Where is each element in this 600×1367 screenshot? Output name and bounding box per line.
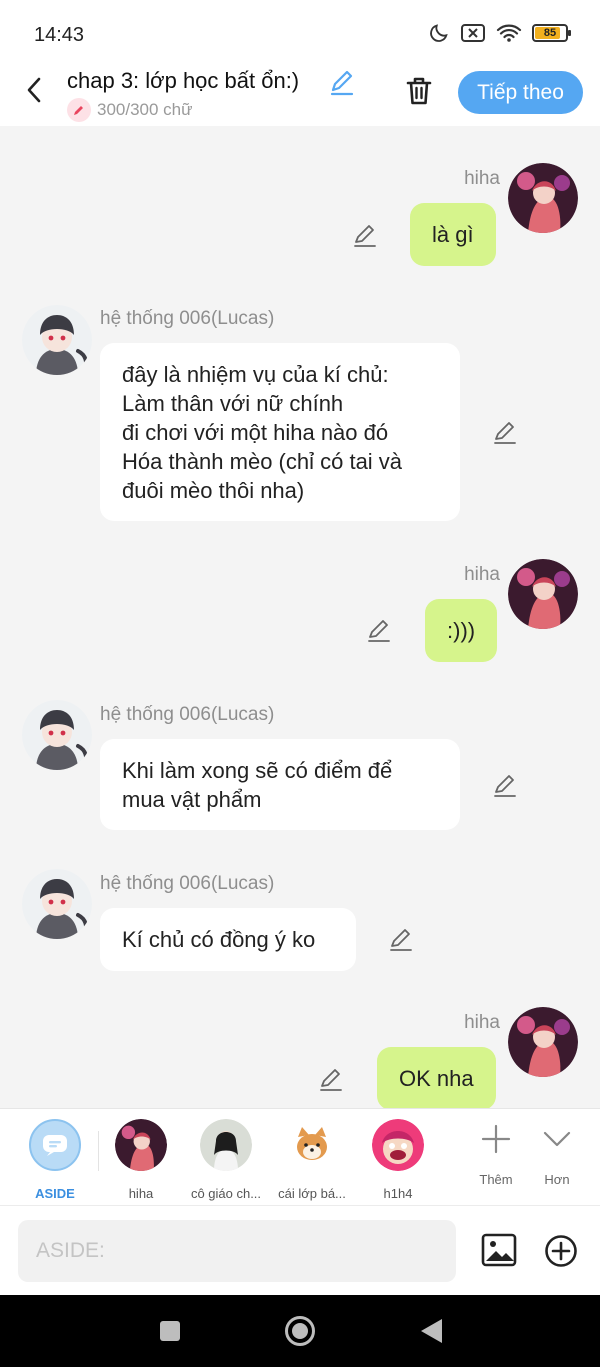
back-button[interactable] xyxy=(20,74,48,106)
trash-icon xyxy=(406,77,432,105)
sender-name: hiha xyxy=(464,168,500,189)
triangle-back-icon xyxy=(421,1319,442,1343)
message-text: Khi làm xong sẽ có điểm để xyxy=(122,757,393,783)
status-bar: 14:43 85 xyxy=(0,0,600,60)
moon-icon xyxy=(430,24,448,42)
message-text: OK nha xyxy=(399,1066,474,1091)
recents-button[interactable] xyxy=(158,1319,182,1348)
character-aside[interactable]: ASIDE xyxy=(13,1119,97,1201)
add-label: Thêm xyxy=(479,1172,513,1187)
avatar[interactable] xyxy=(508,559,578,629)
avatar[interactable] xyxy=(508,1007,578,1077)
message-bubble[interactable]: :))) xyxy=(425,599,498,662)
message-text: đuôi mèo thôi nha) xyxy=(122,477,305,503)
wifi-icon xyxy=(496,24,522,42)
plus-icon xyxy=(481,1124,511,1154)
battery-indicator: 85 xyxy=(532,24,571,42)
character-label: cô giáo ch... xyxy=(190,1186,262,1201)
edit-message-button[interactable] xyxy=(352,222,378,248)
battery-percent: 85 xyxy=(543,27,557,39)
word-count-row: 300/300 chữ xyxy=(67,98,193,122)
chevron-left-icon xyxy=(27,77,41,103)
edit-message-button[interactable] xyxy=(388,926,414,952)
character-label: cái lớp bá... xyxy=(278,1186,346,1201)
message-bubble[interactable]: đây là nhiệm vụ của kí chủ: Làm thân với… xyxy=(100,343,460,521)
word-count: 300/300 chữ xyxy=(97,100,193,119)
square-icon xyxy=(160,1321,180,1341)
character-label: h1h4 xyxy=(383,1186,413,1201)
character-picker: ASIDE hiha cô giáo ch... cái lớp bá... h… xyxy=(0,1108,600,1205)
avatar-teacher xyxy=(200,1119,252,1171)
avatar[interactable] xyxy=(22,305,92,375)
character-label: hiha xyxy=(128,1186,154,1201)
character-class-dog[interactable]: cái lớp bá... xyxy=(270,1119,354,1201)
edit-message-button[interactable] xyxy=(492,772,518,798)
home-circle-icon xyxy=(285,1316,315,1346)
chevron-down-icon xyxy=(543,1131,571,1147)
pencil-icon xyxy=(390,929,412,951)
delete-button[interactable] xyxy=(402,74,436,113)
sender-name: hệ thống 006(Lucas) xyxy=(100,873,275,894)
pencil-icon xyxy=(494,775,516,797)
avatar[interactable] xyxy=(22,700,92,770)
message-text: Làm thân với nữ chính xyxy=(122,390,344,416)
more-label: Hơn xyxy=(544,1172,570,1187)
message-text: là gì xyxy=(432,222,474,247)
message-text: đây là nhiệm vụ của kí chủ: xyxy=(122,361,389,387)
plus-circle-button[interactable] xyxy=(544,1234,578,1273)
sender-name: hiha xyxy=(464,564,500,585)
sender-name: hệ thống 006(Lucas) xyxy=(100,704,275,725)
sender-name: hiha xyxy=(464,1012,500,1033)
edit-title-button[interactable] xyxy=(328,68,356,101)
message-bubble[interactable]: OK nha xyxy=(377,1047,496,1108)
chat-area[interactable]: hiha là gì hệ thống 006(Lucas) đây là nh… xyxy=(0,126,600,1108)
add-character-button[interactable]: Thêm xyxy=(466,1123,526,1187)
composer-bar xyxy=(0,1205,600,1295)
character-hiha[interactable]: hiha xyxy=(99,1119,183,1201)
message-input[interactable] xyxy=(18,1220,456,1282)
edit-message-button[interactable] xyxy=(492,419,518,445)
avatar[interactable] xyxy=(22,869,92,939)
pencil-icon xyxy=(494,422,516,444)
pencil-icon xyxy=(320,1069,342,1091)
message-text: Hóa thành mèo (chỉ có tai và xyxy=(122,448,403,474)
plus-circle-icon xyxy=(545,1235,577,1267)
edit-message-button[interactable] xyxy=(366,617,392,643)
message-text: đi chơi với một hiha nào đó xyxy=(122,419,389,445)
character-h1h4[interactable]: h1h4 xyxy=(356,1119,440,1201)
message-bubble[interactable]: là gì xyxy=(410,203,496,266)
avatar-shiba-dog xyxy=(286,1119,338,1171)
message-bubble[interactable]: Kí chủ có đồng ý ko xyxy=(100,908,356,971)
message-text: :))) xyxy=(447,618,476,643)
message-text: mua vật phẩm xyxy=(122,786,262,812)
home-button[interactable] xyxy=(284,1315,316,1352)
no-sim-icon xyxy=(461,24,485,42)
message-bubble[interactable]: Khi làm xong sẽ có điểm để mua vật phẩm xyxy=(100,739,460,830)
chapter-title: chap 3: lớp học bất ổn:) xyxy=(67,68,300,93)
chat-bubble-icon xyxy=(29,1119,81,1171)
system-nav-bar xyxy=(0,1295,600,1367)
image-button[interactable] xyxy=(480,1232,518,1273)
image-icon xyxy=(481,1233,517,1267)
character-teacher[interactable]: cô giáo ch... xyxy=(184,1119,268,1201)
back-nav-button[interactable] xyxy=(418,1317,444,1350)
pencil-icon xyxy=(354,225,376,247)
status-icons: 85 xyxy=(428,22,571,44)
more-button[interactable]: Hơn xyxy=(527,1123,587,1187)
edit-message-button[interactable] xyxy=(318,1066,344,1092)
pencil-icon xyxy=(368,620,390,642)
pencil-badge-icon xyxy=(67,98,91,122)
next-button[interactable]: Tiếp theo xyxy=(458,71,583,114)
character-label: ASIDE xyxy=(35,1186,75,1201)
avatar-pink-hair xyxy=(115,1119,167,1171)
avatar[interactable] xyxy=(508,163,578,233)
chapter-header: chap 3: lớp học bất ổn:) 300/300 chữ Tiế… xyxy=(0,60,600,126)
status-time: 14:43 xyxy=(34,24,85,46)
avatar-pink-cartoon xyxy=(372,1119,424,1171)
sender-name: hệ thống 006(Lucas) xyxy=(100,308,275,329)
message-text: Kí chủ có đồng ý ko xyxy=(122,927,316,952)
pencil-icon xyxy=(330,70,354,96)
